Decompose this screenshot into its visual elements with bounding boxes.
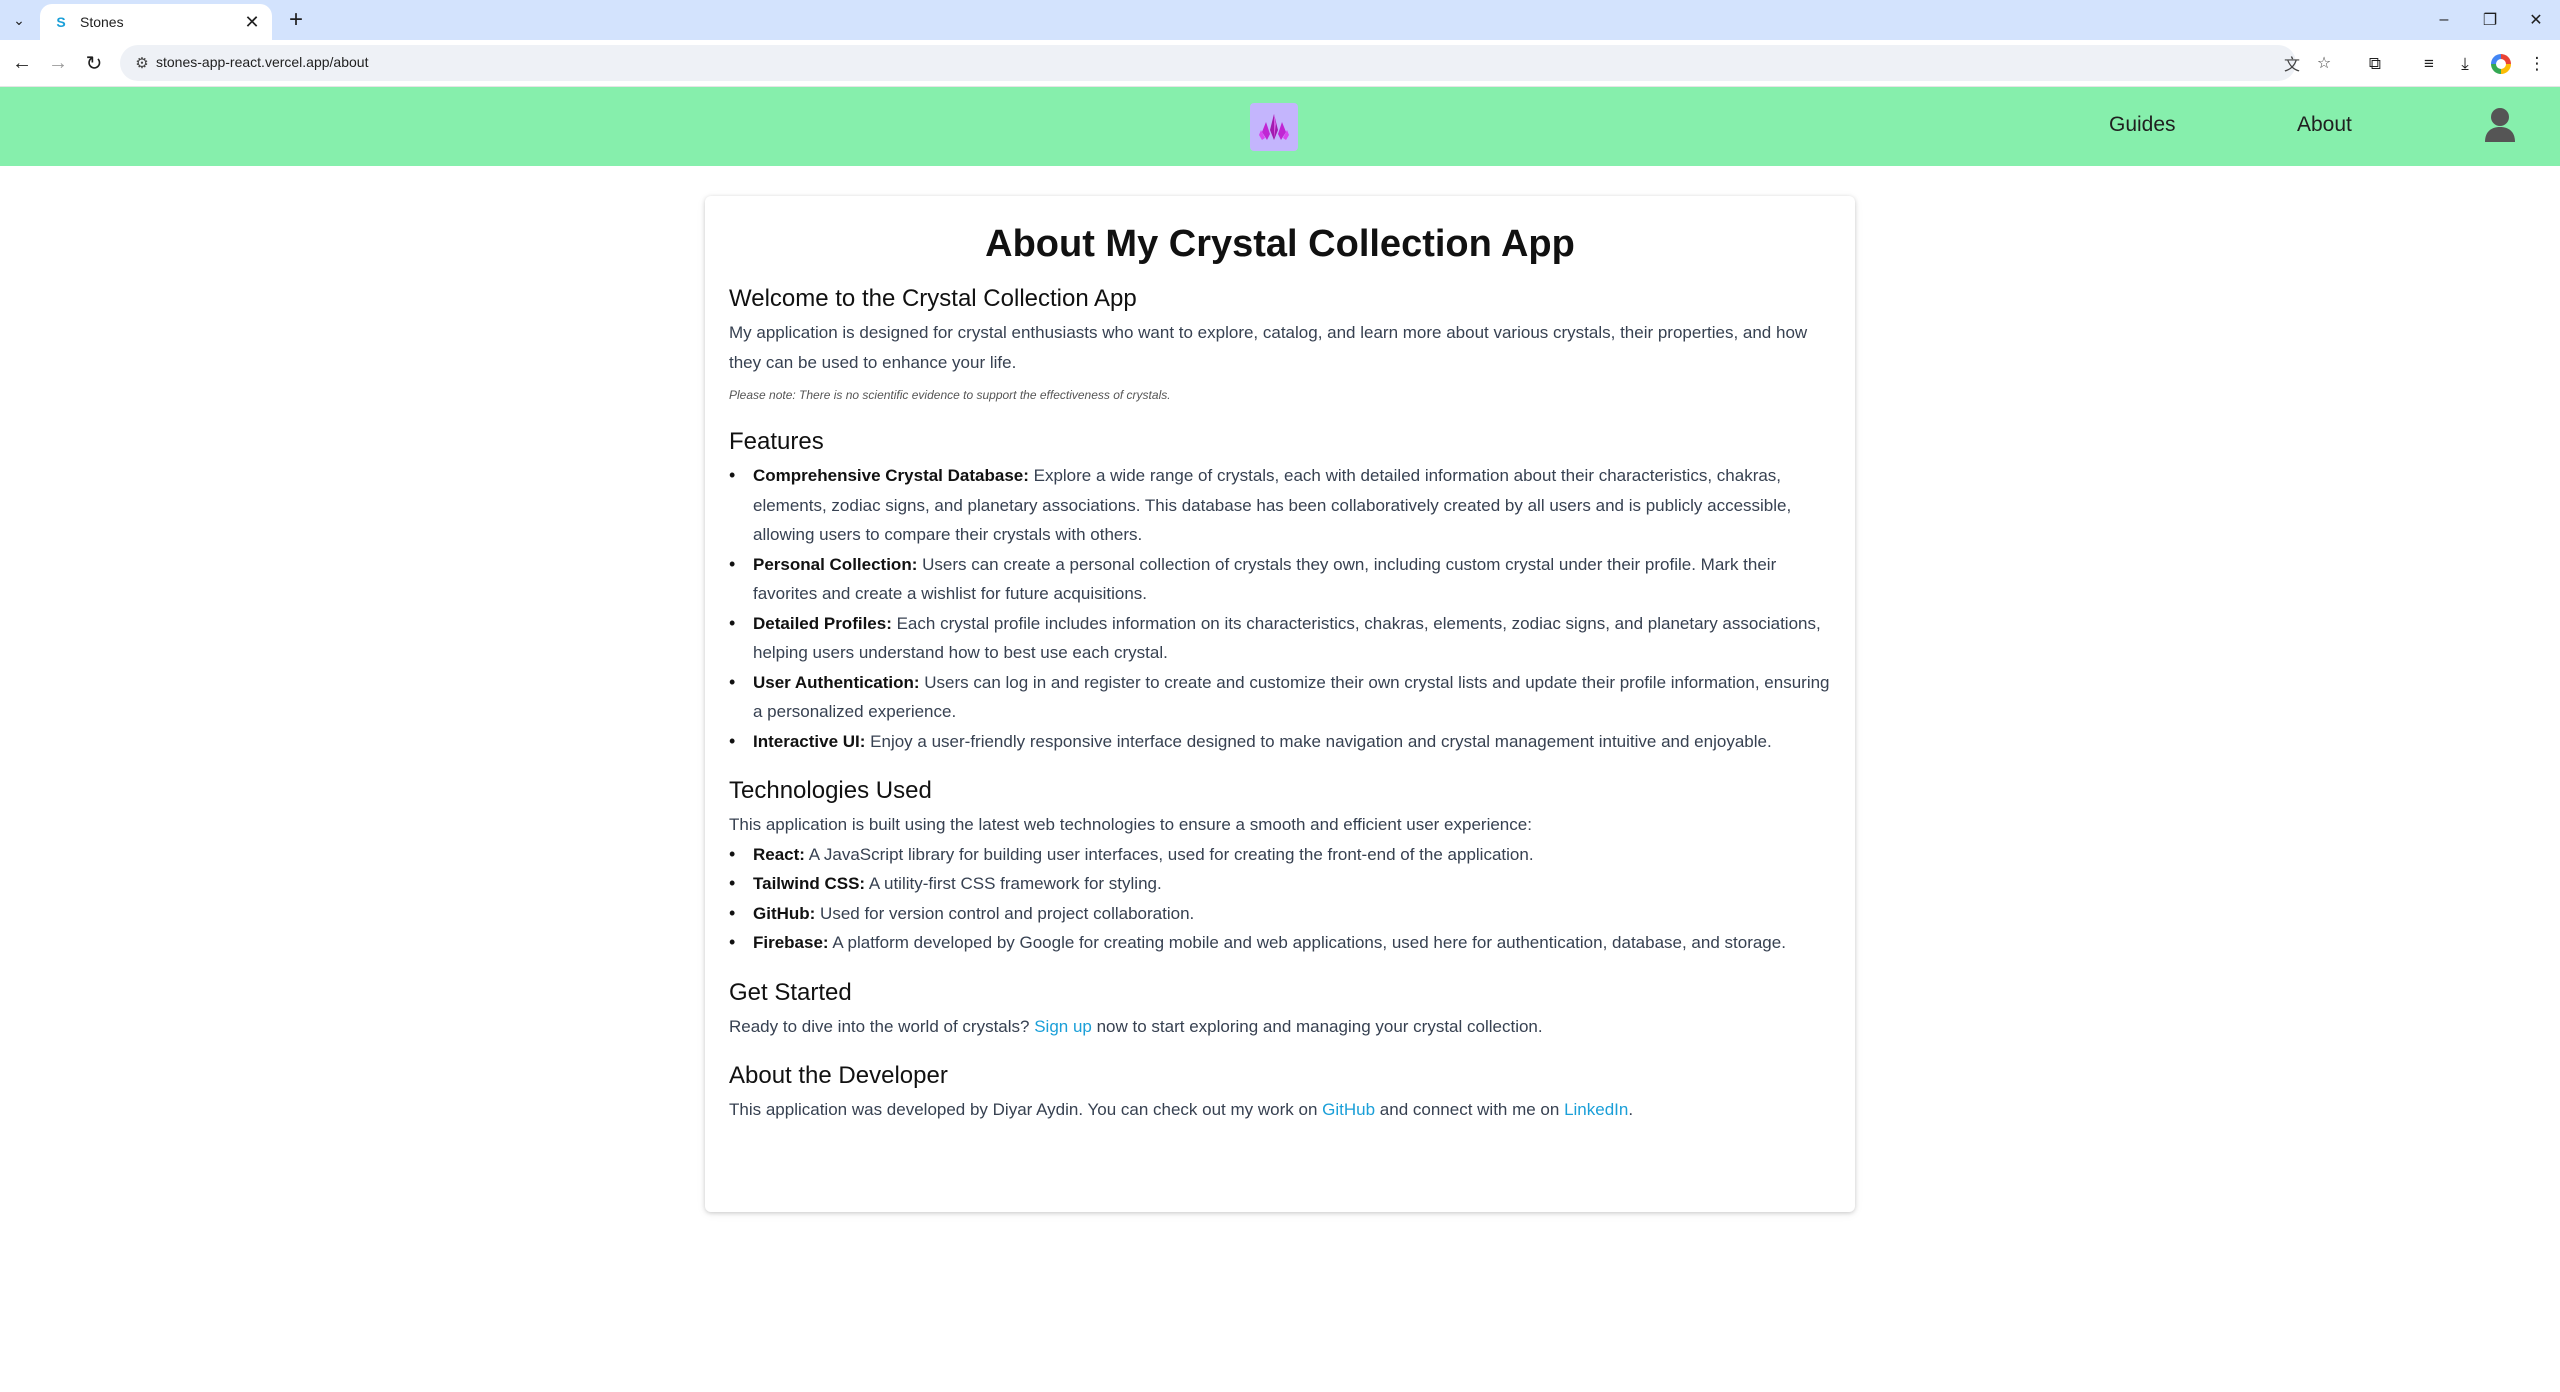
app-header: Guides About — [0, 87, 2560, 166]
browser-toolbar: ← → ↻ ⚙ stones-app-react.vercel.app/abou… — [0, 40, 2560, 87]
list-item: Firebase: A platform developed by Google… — [729, 928, 1831, 958]
list-item: React: A JavaScript library for building… — [729, 840, 1831, 870]
download-icon[interactable]: ⤓ — [2452, 51, 2478, 77]
window-close-icon[interactable]: ✕ — [2512, 6, 2560, 34]
developer-text: This application was developed by Diyar … — [729, 1100, 1634, 1119]
url-text[interactable]: stones-app-react.vercel.app/about — [156, 54, 368, 70]
features-heading: Features — [729, 428, 824, 455]
list-item: Personal Collection: Users can create a … — [729, 550, 1831, 609]
tab-search-chevron-icon[interactable]: ⌄ — [6, 8, 32, 32]
crystal-logo-icon[interactable] — [1250, 103, 1298, 151]
site-info-icon[interactable]: ⚙ — [130, 51, 154, 75]
address-bar[interactable]: ⚙ stones-app-react.vercel.app/about 文 ☆ — [120, 45, 2331, 81]
list-item: GitHub: Used for version control and pro… — [729, 899, 1831, 929]
list-item: Interactive UI: Enjoy a user-friendly re… — [729, 727, 1831, 757]
extensions-icon[interactable]: ⧉ — [2362, 51, 2388, 77]
linkedin-link[interactable]: LinkedIn — [1564, 1100, 1628, 1119]
profile-avatar-icon[interactable] — [2488, 51, 2514, 77]
disclaimer-note: Please note: There is no scientific evid… — [729, 388, 1171, 402]
nav-about-link[interactable]: About — [2297, 113, 2352, 137]
developer-heading: About the Developer — [729, 1062, 948, 1089]
forward-arrow-icon[interactable]: → — [44, 49, 72, 77]
page-title: About My Crystal Collection App — [985, 223, 1575, 265]
back-arrow-icon[interactable]: ← — [8, 49, 36, 77]
features-section: Features Comprehensive Crystal Database:… — [729, 423, 1831, 756]
list-item: Tailwind CSS: A utility-first CSS framew… — [729, 869, 1831, 899]
favicon-icon: S — [52, 13, 70, 31]
media-queue-icon[interactable]: ≡ — [2416, 51, 2442, 77]
minimize-icon[interactable]: – — [2420, 6, 2468, 34]
translate-icon[interactable]: 文 — [2280, 51, 2304, 75]
developer-section: About the Developer This application was… — [729, 1057, 1831, 1125]
list-item: Detailed Profiles: Each crystal profile … — [729, 609, 1831, 668]
browser-menu-icon[interactable]: ⋮ — [2524, 51, 2550, 77]
browser-tabstrip: ⌄ S Stones ✕ + – ❐ ✕ — [0, 0, 2560, 40]
sign-up-link[interactable]: Sign up — [1034, 1017, 1092, 1036]
github-link[interactable]: GitHub — [1322, 1100, 1375, 1119]
technologies-intro: This application is built using the late… — [729, 815, 1532, 834]
reload-icon[interactable]: ↻ — [80, 49, 108, 77]
browser-tab[interactable]: S Stones ✕ — [40, 4, 272, 40]
get-started-text: Ready to dive into the world of crystals… — [729, 1016, 1543, 1036]
get-started-section: Get Started Ready to dive into the world… — [729, 974, 1831, 1042]
about-card: About My Crystal Collection App Welcome … — [705, 196, 1855, 1212]
get-started-heading: Get Started — [729, 978, 852, 1006]
bookmark-star-icon[interactable]: ☆ — [2312, 51, 2336, 75]
new-tab-plus-icon[interactable]: + — [282, 6, 310, 33]
restore-icon[interactable]: ❐ — [2466, 6, 2514, 34]
tab-title: Stones — [80, 14, 124, 30]
technologies-section: Technologies Used This application is bu… — [729, 772, 1831, 958]
list-item: Comprehensive Crystal Database: Explore … — [729, 461, 1831, 550]
tab-close-icon[interactable]: ✕ — [240, 10, 264, 34]
welcome-text: My application is designed for crystal e… — [729, 323, 1808, 372]
welcome-heading: Welcome to the Crystal Collection App — [729, 285, 1137, 312]
nav-guides-link[interactable]: Guides — [2109, 113, 2176, 137]
technologies-heading: Technologies Used — [729, 777, 932, 804]
user-account-icon[interactable] — [2484, 107, 2516, 143]
list-item: User Authentication: Users can log in an… — [729, 668, 1831, 727]
features-list: Comprehensive Crystal Database: Explore … — [729, 461, 1831, 756]
technologies-list: React: A JavaScript library for building… — [729, 840, 1831, 958]
welcome-section: Welcome to the Crystal Collection App My… — [729, 280, 1831, 405]
